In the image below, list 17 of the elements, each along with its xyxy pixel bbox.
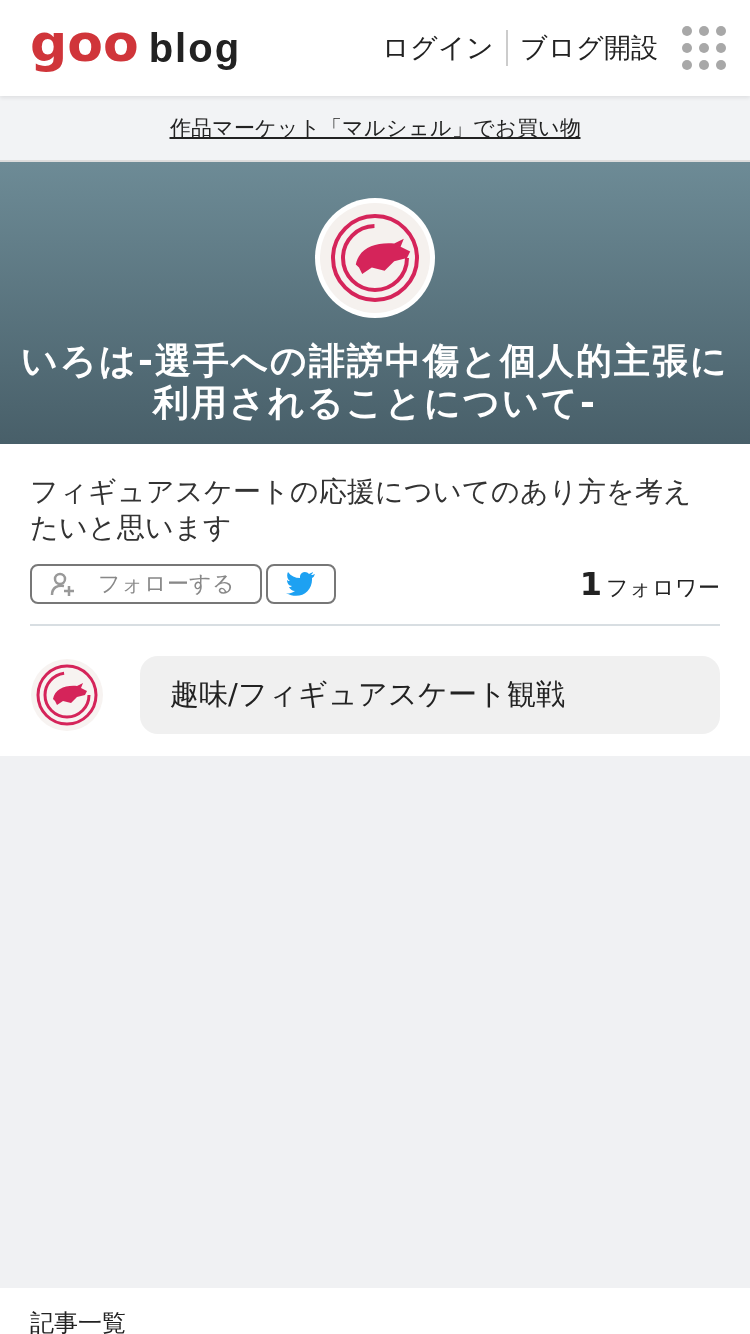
add-user-icon [50, 571, 76, 597]
section-heading: 記事一覧 [30, 1308, 127, 1334]
avatar-icon [30, 658, 104, 732]
follower-label: フォロワー [606, 574, 720, 602]
avatar-icon [315, 198, 435, 318]
blog-description: フィギュアスケートの応援についてのあり方を考えたいと思います [30, 474, 693, 546]
promo-link[interactable]: 作品マーケット「マルシェル」でお買い物 [169, 114, 581, 142]
nav-link[interactable]: ブログ開設 [520, 30, 658, 66]
apps-menu-icon[interactable] [682, 26, 726, 70]
twitter-share-button[interactable] [266, 564, 336, 604]
follower-count: 1 [579, 565, 602, 603]
bird-icon [286, 571, 316, 597]
blog-title: いろは-選手への誹謗中傷と個人的主張に利用されることについて- [20, 340, 730, 424]
nav-link[interactable]: ログイン [382, 30, 494, 66]
logo-text[interactable]: blog [148, 25, 242, 71]
category-tag[interactable]: 趣味/フィギュアスケート観戦 [140, 656, 720, 734]
follow-button[interactable]: フォローする [30, 564, 262, 604]
